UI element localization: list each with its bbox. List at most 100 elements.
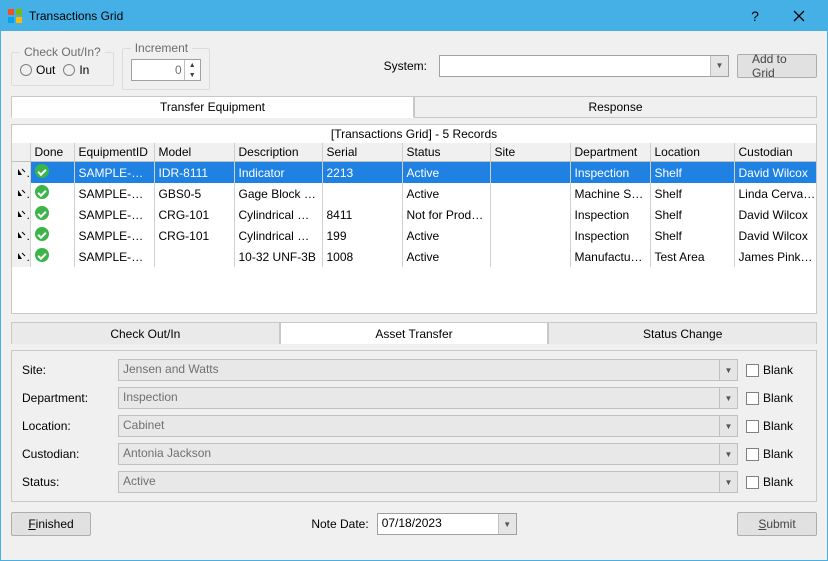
table-row[interactable]: SAMPLE-00610-32 UNF-3B1008ActiveManufact…: [12, 246, 817, 267]
cell-model: GBS0-5: [154, 183, 234, 204]
cell-department: Inspection: [570, 225, 650, 246]
col-location[interactable]: Location: [650, 143, 734, 162]
cell-location: Shelf: [650, 162, 734, 184]
increment-input[interactable]: 0 ▲ ▼: [131, 59, 201, 81]
department-combo[interactable]: Inspection ▼: [118, 387, 738, 409]
checkbox-icon: [746, 476, 759, 489]
status-value: Active: [123, 474, 156, 488]
note-date-input[interactable]: 07/18/2023 ▼: [377, 513, 517, 535]
add-to-grid-label: Add to Grid: [752, 52, 802, 80]
table-row[interactable]: SAMPLE-005CRG-101Cylindrical Ri...199Act…: [12, 225, 817, 246]
cell-equipment-id: SAMPLE-006: [74, 246, 154, 267]
col-description[interactable]: Description: [234, 143, 322, 162]
location-combo[interactable]: Cabinet ▼: [118, 415, 738, 437]
cell-serial: 8411: [322, 204, 402, 225]
tab-label: Transfer Equipment: [160, 100, 265, 114]
sub-tab-check-out-in[interactable]: Check Out/In: [11, 322, 280, 344]
blank-label: Blank: [763, 391, 793, 405]
tab-transfer-equipment[interactable]: Transfer Equipment: [11, 96, 414, 118]
row-custodian: Custodian: Antonia Jackson ▼ Blank: [22, 443, 806, 465]
table-row[interactable]: SAMPLE-002IDR-8111Indicator2213ActiveIns…: [12, 162, 817, 184]
checkbox-icon: [746, 364, 759, 377]
spin-down-icon[interactable]: ▼: [185, 70, 200, 80]
row-header[interactable]: [12, 204, 30, 225]
window: Transactions Grid ? Check Out/In? Out In: [0, 0, 828, 561]
sub-tab-status-change[interactable]: Status Change: [548, 322, 817, 344]
chevron-down-icon[interactable]: ▼: [719, 472, 737, 492]
col-equipment-id[interactable]: EquipmentID: [74, 143, 154, 162]
cell-location: Shelf: [650, 183, 734, 204]
cell-model: CRG-101: [154, 204, 234, 225]
sub-tab-label: Asset Transfer: [375, 327, 452, 341]
help-button[interactable]: ?: [733, 1, 777, 31]
status-blank[interactable]: Blank: [746, 475, 806, 489]
spinner[interactable]: ▲ ▼: [184, 60, 200, 80]
cell-description: Cylindrical Ri...: [234, 204, 322, 225]
col-custodian[interactable]: Custodian: [734, 143, 817, 162]
checkbox-icon: [746, 420, 759, 433]
increment-group: Increment 0 ▲ ▼: [122, 41, 210, 90]
location-value: Cabinet: [123, 418, 164, 432]
chevron-down-icon[interactable]: ▼: [719, 416, 737, 436]
status-combo[interactable]: Active ▼: [118, 471, 738, 493]
department-blank[interactable]: Blank: [746, 391, 806, 405]
chevron-down-icon[interactable]: ▼: [719, 388, 737, 408]
checkbox-icon: [746, 392, 759, 405]
check-icon: [35, 227, 49, 241]
cell-department: Inspection: [570, 162, 650, 184]
location-blank[interactable]: Blank: [746, 419, 806, 433]
sub-tab-label: Status Change: [643, 327, 722, 341]
col-done[interactable]: Done: [30, 143, 74, 162]
cell-site: [490, 246, 570, 267]
custodian-combo[interactable]: Antonia Jackson ▼: [118, 443, 738, 465]
client-area: Check Out/In? Out In Increment 0: [1, 31, 827, 560]
cell-custodian: David Wilcox: [734, 204, 817, 225]
finished-button[interactable]: Finished: [11, 512, 91, 536]
done-cell: [30, 162, 74, 184]
done-cell: [30, 225, 74, 246]
custodian-value: Antonia Jackson: [123, 446, 211, 460]
table-row[interactable]: SAMPLE-003GBS0-5Gage Block S...ActiveMac…: [12, 183, 817, 204]
close-button[interactable]: [777, 1, 821, 31]
col-department[interactable]: Department: [570, 143, 650, 162]
submit-button[interactable]: Submit: [737, 512, 817, 536]
system-label: System:: [384, 59, 431, 73]
col-model[interactable]: Model: [154, 143, 234, 162]
row-header[interactable]: [12, 183, 30, 204]
sub-tab-label: Check Out/In: [110, 327, 180, 341]
col-site[interactable]: Site: [490, 143, 570, 162]
increment-legend: Increment: [131, 41, 192, 55]
chevron-down-icon[interactable]: ▼: [719, 360, 737, 380]
sub-tab-asset-transfer[interactable]: Asset Transfer: [280, 322, 549, 344]
row-header[interactable]: [12, 162, 30, 184]
check-out-in-legend: Check Out/In?: [20, 45, 105, 59]
add-to-grid-button[interactable]: Add to Grid: [737, 54, 817, 78]
blank-label: Blank: [763, 419, 793, 433]
radio-out[interactable]: Out: [20, 63, 55, 77]
col-status[interactable]: Status: [402, 143, 490, 162]
spin-up-icon[interactable]: ▲: [185, 60, 200, 70]
blank-label: Blank: [763, 475, 793, 489]
tab-response[interactable]: Response: [414, 96, 817, 118]
chevron-down-icon[interactable]: ▼: [719, 444, 737, 464]
table-row[interactable]: SAMPLE-004CRG-101Cylindrical Ri...8411No…: [12, 204, 817, 225]
titlebar: Transactions Grid ?: [1, 1, 827, 31]
col-serial[interactable]: Serial: [322, 143, 402, 162]
site-combo[interactable]: Jensen and Watts ▼: [118, 359, 738, 381]
location-label: Location:: [22, 419, 110, 433]
chevron-down-icon[interactable]: ▼: [710, 56, 728, 76]
chevron-down-icon[interactable]: ▼: [498, 514, 516, 534]
row-header[interactable]: [12, 246, 30, 267]
row-department: Department: Inspection ▼ Blank: [22, 387, 806, 409]
row-header-blank: [12, 143, 30, 162]
custodian-blank[interactable]: Blank: [746, 447, 806, 461]
cell-department: Machine Shop: [570, 183, 650, 204]
submit-label: Submit: [758, 517, 795, 531]
row-header[interactable]: [12, 225, 30, 246]
site-label: Site:: [22, 363, 110, 377]
cell-custodian: Linda Cervant...: [734, 183, 817, 204]
radio-in[interactable]: In: [63, 63, 89, 77]
radio-in-label: In: [79, 63, 89, 77]
site-blank[interactable]: Blank: [746, 363, 806, 377]
system-combo[interactable]: ▼: [439, 55, 729, 77]
